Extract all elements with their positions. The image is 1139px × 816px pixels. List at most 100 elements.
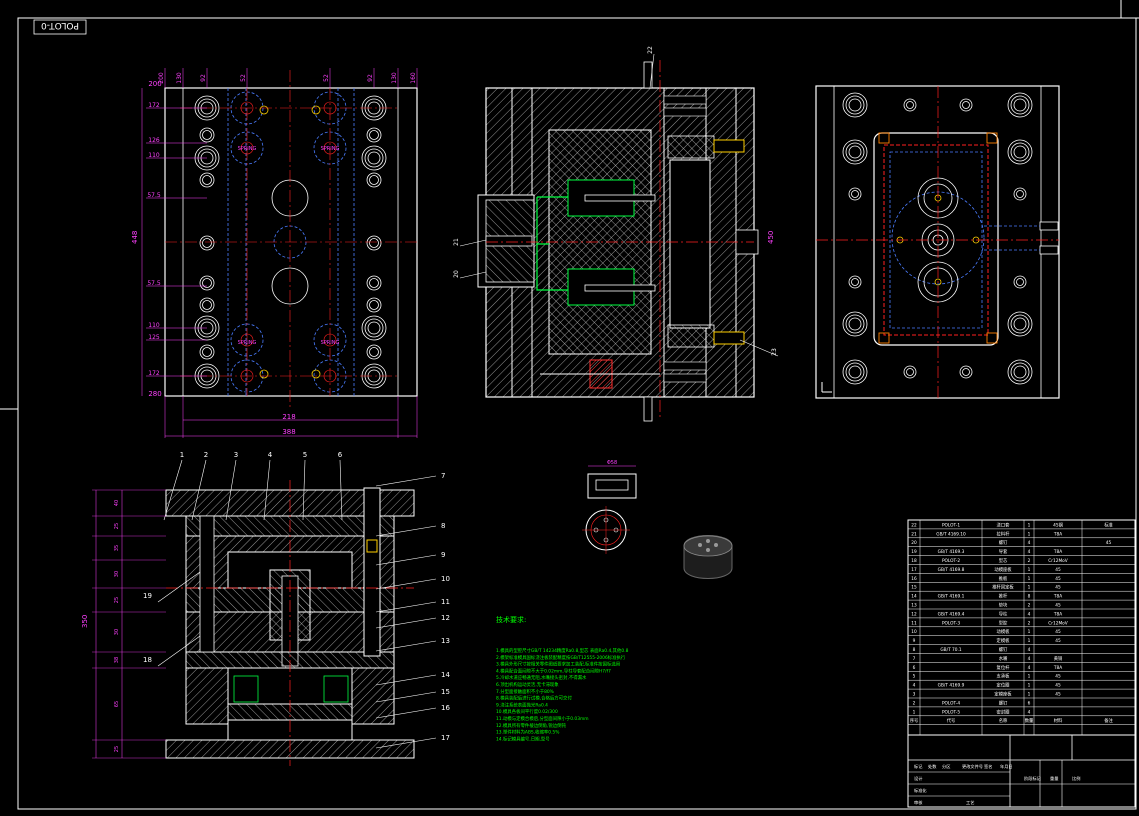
height-dim-label: 40 xyxy=(114,500,120,506)
screw-hole xyxy=(959,98,973,112)
part-number: 9 xyxy=(441,551,445,559)
bom-cell: 2 xyxy=(913,700,916,706)
water-port xyxy=(311,369,321,379)
bom-cell: 11 xyxy=(911,620,917,626)
dim-left-label: 172 xyxy=(148,102,160,109)
cavity-label-4: SPRING xyxy=(321,340,340,346)
bom-cell: 定位圈 xyxy=(997,682,1010,689)
water-fittings xyxy=(984,221,1059,255)
dim-left-label: 57.5 xyxy=(147,192,161,199)
guide-bore xyxy=(842,139,868,165)
title-cell: 年月日 xyxy=(1000,763,1013,770)
bom-cell: 17 xyxy=(911,567,917,573)
bom-cell: 1 xyxy=(1028,638,1031,644)
note-line: 2.模架标准模具国标浇注板装配精度按GB/T12555-2006标准执行 xyxy=(496,654,626,661)
title-cell: 签名 xyxy=(984,763,992,770)
dim-left-label: 126 xyxy=(148,137,160,144)
title-cell: 更改文件号 xyxy=(962,763,983,770)
bom-cell: 1 xyxy=(1028,674,1031,680)
bom-cell: 8 xyxy=(913,647,916,653)
screw-hole xyxy=(962,368,970,376)
part-number: 10 xyxy=(441,575,450,583)
height-dim-label: 35 xyxy=(114,545,120,551)
bom-cell: 1 xyxy=(1028,585,1031,591)
front-height-dimensions: 40 25 35 30 25 30 38 65 25 xyxy=(92,489,166,759)
screw-hole xyxy=(369,175,379,185)
note-line: 8.模具装配后进行试模,合格后方可交付 xyxy=(496,695,572,702)
bom-cell: 14 xyxy=(911,594,917,600)
top-view-plan[interactable]: 200 130 92 52 52 92 130 160 172 126 110 57.5 57.5 110… xyxy=(131,68,418,438)
height-dim-label: 38 xyxy=(114,657,120,663)
bom-cell: Cr12MoV xyxy=(1048,620,1068,626)
moving-half-plan-view[interactable] xyxy=(815,85,1060,399)
section-label: 20 xyxy=(453,270,460,278)
detail-dim: Φ58 xyxy=(607,460,617,466)
stamp-code: POLOT-0 xyxy=(41,20,79,30)
dim-width-outer: 388 xyxy=(282,428,295,436)
guide-bore xyxy=(848,317,862,331)
part-number: 17 xyxy=(441,734,450,742)
guide-bore xyxy=(367,321,381,335)
cavity-label-3: SPRING xyxy=(238,340,257,346)
bom-cell: 1 xyxy=(1028,567,1031,573)
product-detail-views[interactable]: Φ58 xyxy=(582,460,733,579)
leader-line xyxy=(375,475,437,487)
title-cell: 处数 xyxy=(928,763,937,770)
title-block[interactable]: 标记 处数 分区 更改文件号 签名 年月日设计标准化审核 工艺 阶段标记 重量 比例 xyxy=(907,734,1136,808)
title-cell: 分区 xyxy=(942,763,950,770)
bom-cell: 2 xyxy=(1028,558,1031,564)
bom-cell: 黄铜 xyxy=(1054,655,1063,662)
screw-hole xyxy=(848,275,862,289)
section-label: 22 xyxy=(647,46,654,54)
guide-bore xyxy=(361,145,387,171)
bom-cell: 21 xyxy=(911,531,917,537)
guide-bore xyxy=(1007,92,1033,118)
part-number: 15 xyxy=(441,688,450,696)
screw-hole xyxy=(202,300,212,310)
screw-hole xyxy=(1016,278,1024,286)
bom-cell: 20 xyxy=(911,540,917,546)
screw-hole xyxy=(903,98,917,112)
part-number: 5 xyxy=(303,451,307,459)
technical-requirements[interactable]: 技术要求: 1.模具的型腔尺寸GB/T 14234精度Ra0.8,型芯 表面Ra… xyxy=(496,615,629,742)
bom-cell: 1 xyxy=(1028,683,1031,689)
dim-top-label: 92 xyxy=(367,74,374,82)
water-port xyxy=(259,369,269,379)
bom-cell: 名称 xyxy=(999,717,1008,724)
bom-cell: 1 xyxy=(1028,692,1031,698)
dim-width-inner: 218 xyxy=(282,413,295,421)
corner-pocket xyxy=(986,332,998,344)
bom-cell: 备注 xyxy=(1104,717,1113,724)
cad-drawing-canvas[interactable]: POLOT-0 200 130 92 52 52 92 130 160 172 126 110 57.… xyxy=(0,0,1139,812)
bom-cell: 密封圈 xyxy=(997,708,1010,715)
mold-assembly-drawing[interactable]: POLOT-0 200 130 92 52 52 92 130 16017212611057.… xyxy=(0,0,1139,812)
top-view-centerlines xyxy=(165,70,417,410)
title-cell: 工艺 xyxy=(966,800,974,805)
bom-cell: 45 xyxy=(1055,638,1061,644)
bom-cell: 45 xyxy=(1055,585,1061,591)
front-section-view[interactable]: 1 2 3 4 5 678910111213141516171819 4025353025… xyxy=(81,451,450,766)
bom-cell: 22 xyxy=(911,522,917,528)
cavity-label-2: SPRING xyxy=(321,146,340,152)
screw-hole xyxy=(369,238,379,248)
bom-cell: 推杆 xyxy=(999,593,1008,600)
bom-cell: 4 xyxy=(1028,709,1031,715)
bom-cell: POLOT-3 xyxy=(942,620,960,626)
side-section-view[interactable]: 22 21 20 23 450 xyxy=(453,46,779,422)
bom-cell: 2 xyxy=(1028,620,1031,626)
bom-cell: 13 xyxy=(911,603,917,609)
bom-cell: 12 xyxy=(911,611,917,617)
dim-top-label: 130 xyxy=(391,72,398,84)
bom-cell: 型芯 xyxy=(999,557,1008,564)
ejector-springs xyxy=(233,675,349,703)
note-line: 12.模具所有零件棱边倒角,锐边倒钝 xyxy=(496,722,566,729)
part-number: 7 xyxy=(441,472,445,480)
guide-bore xyxy=(1013,365,1027,379)
guide-bore xyxy=(848,365,862,379)
part-number: 14 xyxy=(441,671,450,679)
dim-left-label: 57.5 xyxy=(147,280,161,287)
bom-cell: T8A xyxy=(1053,611,1062,617)
title-cell: 设计 xyxy=(914,775,922,782)
bom-cell: T8A xyxy=(1053,549,1062,555)
bill-of-materials[interactable]: 22 POLOT-1 浇口套 1 45钢 标准21 GB/T 4169.10 拉料杆 1 T8A2… xyxy=(907,519,1136,736)
